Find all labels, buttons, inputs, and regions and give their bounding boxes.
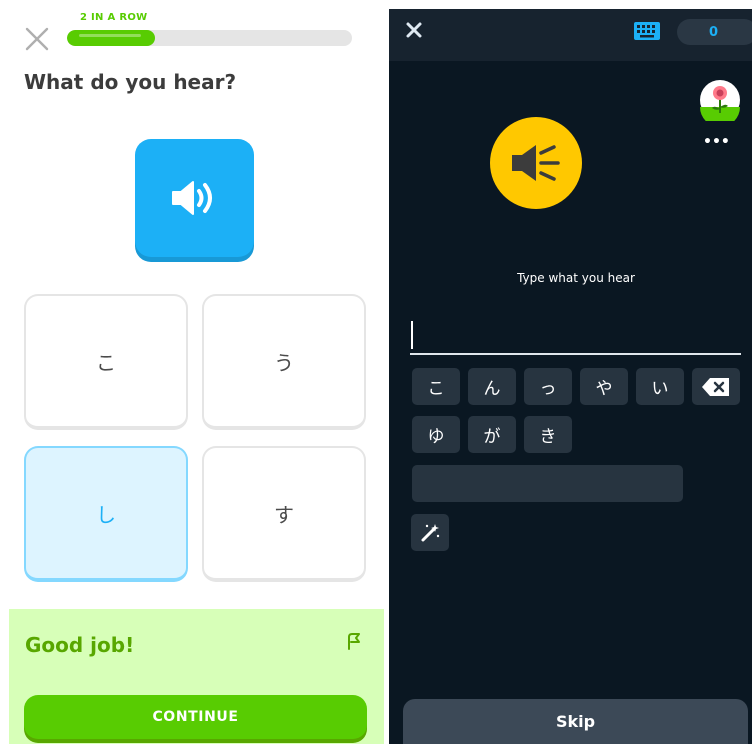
choice-card-2[interactable]: う bbox=[202, 294, 366, 430]
choice-label: う bbox=[274, 350, 294, 375]
answer-input[interactable] bbox=[410, 317, 741, 355]
score-badge: 0 bbox=[677, 19, 752, 45]
progress-bar-fill bbox=[67, 30, 156, 46]
skip-button[interactable]: Skip bbox=[403, 699, 748, 744]
instruction-text: Type what you hear bbox=[517, 271, 635, 285]
magic-wand-icon bbox=[421, 523, 440, 541]
lesson-panel-light: 2 IN A ROW What do you hear? こ う し す Goo… bbox=[0, 0, 385, 744]
choice-label: し bbox=[96, 502, 116, 527]
backspace-button[interactable] bbox=[692, 368, 740, 405]
text-caret bbox=[411, 321, 413, 349]
magic-wand-button[interactable] bbox=[411, 514, 449, 551]
choice-label: こ bbox=[96, 350, 116, 375]
choice-card-4[interactable]: す bbox=[202, 446, 366, 582]
avatar-flower-icon[interactable] bbox=[699, 79, 741, 121]
key-small-tsu[interactable]: っ bbox=[524, 368, 572, 405]
space-key[interactable] bbox=[412, 465, 683, 502]
keyboard-icon[interactable] bbox=[633, 21, 661, 41]
speaker-icon bbox=[512, 145, 560, 181]
play-audio-button[interactable] bbox=[490, 117, 582, 209]
screen-root: 2 IN A ROW What do you hear? こ う し す Goo… bbox=[0, 0, 752, 744]
lesson-panel-dark: 0 ••• Type what you hear こ ん っ や い ゆ が き… bbox=[389, 9, 752, 744]
top-bar: 0 bbox=[389, 9, 752, 61]
streak-label: 2 IN A ROW bbox=[80, 12, 148, 23]
play-audio-button[interactable] bbox=[135, 139, 254, 257]
report-flag-icon[interactable] bbox=[344, 631, 364, 651]
progress-bar bbox=[67, 30, 352, 46]
continue-button[interactable]: CONTINUE bbox=[24, 695, 367, 739]
key-n[interactable]: ん bbox=[468, 368, 516, 405]
close-icon[interactable] bbox=[24, 26, 50, 52]
choice-card-1[interactable]: こ bbox=[24, 294, 188, 430]
feedback-banner: Good job! CONTINUE bbox=[9, 609, 384, 744]
key-i[interactable]: い bbox=[636, 368, 684, 405]
speaker-icon bbox=[171, 181, 212, 215]
choice-card-3-selected[interactable]: し bbox=[24, 446, 188, 582]
more-icon[interactable]: ••• bbox=[703, 135, 730, 149]
feedback-title: Good job! bbox=[25, 633, 135, 657]
choice-label: す bbox=[274, 502, 294, 527]
close-icon[interactable] bbox=[405, 21, 423, 39]
key-ya[interactable]: や bbox=[580, 368, 628, 405]
key-ki[interactable]: き bbox=[524, 416, 572, 453]
key-yu[interactable]: ゆ bbox=[412, 416, 460, 453]
question-title: What do you hear? bbox=[24, 70, 237, 94]
key-ko[interactable]: こ bbox=[412, 368, 460, 405]
key-ga[interactable]: が bbox=[468, 416, 516, 453]
backspace-icon bbox=[702, 377, 729, 396]
